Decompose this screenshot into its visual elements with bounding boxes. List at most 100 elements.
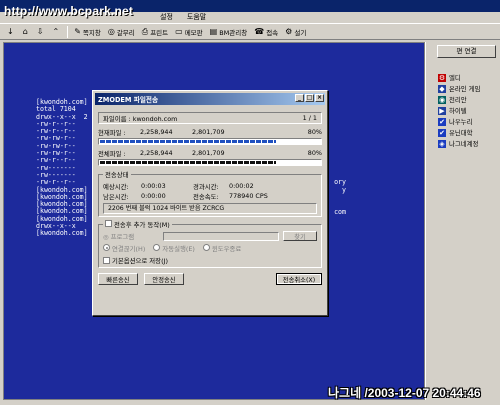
- toolbar-button[interactable]: ⌂: [20, 25, 33, 39]
- bookmark-icon: ◈: [438, 139, 446, 148]
- elapsed-label: 경과시간:: [193, 182, 219, 191]
- status-message: 2206 번째 블럭 1024 바이트 받음 ZCRCG: [103, 203, 317, 214]
- toolbar-button[interactable]: ✎ 쪽지창: [71, 25, 104, 39]
- toolbar-label: 메모판: [184, 28, 203, 37]
- radio-disconnect[interactable]: 연결끊기(H): [103, 243, 145, 253]
- dialog-titlebar: ZMODEM 파일전송 _ □ ×: [95, 93, 325, 105]
- menu-settings[interactable]: 설정: [160, 12, 173, 22]
- bookmark-item[interactable]: ◈ 나그네계정: [438, 138, 500, 149]
- remaining-label: 남은시간:: [103, 192, 129, 201]
- total-progress-bar: [98, 159, 322, 166]
- close-icon[interactable]: ×: [315, 94, 324, 102]
- filename-box: 파일이름 : kwondoh.com 1 / 1: [98, 112, 322, 124]
- toolbar-icon: ☎: [254, 26, 265, 36]
- menu-help[interactable]: 도움말: [187, 12, 206, 22]
- terminal-line-tail: com: [334, 207, 346, 216]
- bookmark-label: 나그네계정: [449, 140, 479, 148]
- bookmark-item[interactable]: ◆ 온라인 게임: [438, 83, 500, 94]
- side-panel: 편 연결 ⚙ 엘디 ◆ 온라인 게임 ◉ 천리안 ▶ 하이텔 ✔ 나우누리 ✔ 유닌대학 ◈ 나그네계정: [433, 42, 500, 400]
- toolbar-icon: ✎: [74, 26, 81, 36]
- transfer-status-group: 전송상태 예상시간: 0:00:03 경과시간: 0:00:02 남은시간: 0…: [98, 170, 322, 217]
- signature-stamp: 나그네 /2003-12-07 20:44:46: [328, 386, 481, 400]
- remaining-value: 0:00:00: [141, 192, 166, 200]
- toolbar-label: 쪽지창: [82, 28, 101, 37]
- elapsed-value: 0:00:02: [229, 182, 254, 190]
- terminal-scrollbar[interactable]: [425, 42, 433, 400]
- estimated-label: 예상시간:: [103, 182, 129, 191]
- watermark: http://www.bcpark.net: [4, 4, 134, 18]
- stable-send-button[interactable]: 안정송신: [144, 273, 184, 285]
- bookmark-item[interactable]: ✔ 나우누리: [438, 116, 500, 127]
- terminal-line-tail: y: [342, 185, 346, 194]
- find-button[interactable]: 찾기: [283, 231, 317, 241]
- toolbar-button[interactable]: ↓: [4, 25, 19, 39]
- current-file-label: 현재파일 :: [98, 128, 126, 137]
- after-transfer-checkbox[interactable]: [105, 220, 112, 227]
- toolbar-button[interactable]: ⌃: [49, 25, 64, 39]
- total-done: 2,258,944: [140, 149, 173, 157]
- file-count: 1 / 1: [302, 114, 317, 122]
- toolbar-icon: ▭: [175, 26, 183, 36]
- current-progress-bar: [98, 138, 322, 145]
- radio-icon: [202, 243, 210, 251]
- toolbar-label: 접속: [266, 28, 279, 37]
- speed-label: 전송속도:: [193, 192, 219, 201]
- toolbar-button[interactable]: ⚙ 설기: [282, 25, 309, 39]
- bookmark-icon: ⚙: [438, 73, 446, 82]
- cancel-transfer-button[interactable]: 전송취소(X): [276, 273, 322, 285]
- total-file-label: 전체파일 :: [98, 149, 126, 158]
- radio-shutdown[interactable]: 윈도우종료: [202, 243, 242, 253]
- dialog-title: ZMODEM 파일전송: [98, 96, 159, 104]
- toolbar-separator: [67, 25, 69, 38]
- bookmark-label: 유닌대학: [449, 129, 473, 137]
- radio-shutdown-label: 윈도우종료: [211, 244, 242, 253]
- toolbar-button[interactable]: ☎ 접속: [251, 25, 281, 39]
- bookmark-item[interactable]: ⚙ 엘디: [438, 72, 500, 83]
- toolbar-icon: ⚙: [285, 26, 293, 36]
- bookmark-label: 온라인 게임: [449, 85, 481, 93]
- radio-autorun-label: 자동실행(E): [162, 244, 195, 253]
- radio-autorun[interactable]: 자동실행(E): [153, 243, 195, 253]
- current-percent: 80%: [307, 128, 322, 136]
- toolbar-label: 갈무리: [116, 28, 135, 37]
- bookmark-item[interactable]: ▶ 하이텔: [438, 105, 500, 116]
- bookmark-icon: ✔: [438, 117, 446, 126]
- radio-icon: [103, 243, 110, 251]
- bookmark-item[interactable]: ✔ 유닌대학: [438, 127, 500, 138]
- default-option-checkbox[interactable]: [103, 256, 110, 264]
- toolbar-label: BM관리창: [219, 28, 248, 37]
- speed-value: 778940 CPS: [229, 192, 268, 200]
- filename-value: kwondoh.com: [132, 114, 178, 123]
- bookmark-label: 엘디: [449, 74, 461, 82]
- maximize-icon[interactable]: □: [305, 94, 314, 102]
- toolbar-button[interactable]: ▭ 메모판: [172, 25, 206, 39]
- after-transfer-check[interactable]: 전송후 추가 동작(M): [103, 220, 172, 229]
- after-transfer-label: 전송후 추가 동작(M): [114, 221, 170, 229]
- toolbar-button[interactable]: ⎙ 프린트: [139, 25, 171, 39]
- connect-button[interactable]: 편 연결: [437, 45, 496, 58]
- radio-icon: [153, 243, 161, 251]
- toolbar: ↓ ⌂ ⇩ ⌃ ✎ 쪽지창 ◎ 갈무리 ⎙ 프린트 ▭ 메모판 ▤ BM관리창 ☎ 접속 ⚙ 설기: [0, 23, 500, 40]
- current-total: 2,801,709: [192, 128, 225, 136]
- estimated-value: 0:00:03: [141, 182, 166, 190]
- toolbar-button[interactable]: ◎ 갈무리: [105, 25, 138, 39]
- bookmark-item[interactable]: ◉ 천리안: [438, 94, 500, 105]
- filename-label: 파일이름 :: [103, 114, 131, 123]
- toolbar-icon: ▤: [209, 26, 218, 36]
- total-percent: 80%: [307, 149, 322, 157]
- bookmark-list: ⚙ 엘디 ◆ 온라인 게임 ◉ 천리안 ▶ 하이텔 ✔ 나우누리 ✔ 유닌대학 ◈ 나그네계정: [433, 72, 500, 149]
- toolbar-button[interactable]: ▤ BM관리창: [207, 25, 251, 39]
- bookmark-icon: ▶: [438, 106, 446, 115]
- toolbar-icon: ⌃: [52, 26, 60, 36]
- toolbar-button[interactable]: ⇩: [34, 25, 49, 39]
- toolbar-icon: ◎: [107, 26, 115, 36]
- toolbar-label: 설기: [294, 28, 307, 37]
- default-option-label: 기본옵션으로 저장(J): [112, 256, 168, 265]
- minimize-icon[interactable]: _: [295, 94, 304, 102]
- toolbar-icon: ⎙: [141, 26, 149, 36]
- program-path-input[interactable]: [163, 231, 279, 241]
- fast-send-button[interactable]: 빠른송신: [98, 273, 138, 285]
- bookmark-icon: ◉: [438, 95, 446, 104]
- bookmark-label: 하이텔: [449, 107, 467, 115]
- run-program-option[interactable]: ◎ 프로그램: [103, 232, 159, 241]
